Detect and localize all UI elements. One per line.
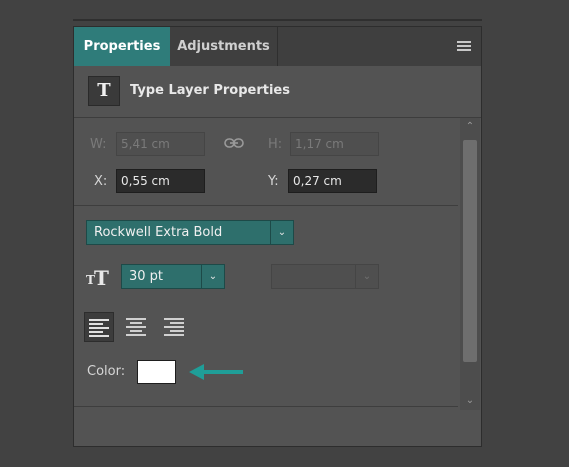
align-left-button[interactable] <box>84 312 114 342</box>
link-icon[interactable] <box>224 136 244 150</box>
font-family-dropdown[interactable]: Rockwell Extra Bold ⌄ <box>86 220 294 245</box>
x-label: X: <box>94 174 108 189</box>
scrollbar[interactable]: ⌃ ⌄ <box>460 118 480 410</box>
font-family-value: Rockwell Extra Bold <box>94 225 223 240</box>
tab-properties[interactable]: Properties <box>74 27 170 66</box>
color-swatch[interactable] <box>137 360 176 384</box>
type-layer-icon: T <box>88 76 120 106</box>
font-size-icon: TT <box>86 266 109 290</box>
font-size-value: 30 pt <box>129 269 164 284</box>
tab-adjustments[interactable]: Adjustments <box>170 27 278 66</box>
panel-title: Type Layer Properties <box>130 83 290 98</box>
top-divider <box>73 19 482 21</box>
scroll-up-icon[interactable]: ⌃ <box>464 121 476 133</box>
width-label: W: <box>90 137 107 152</box>
properties-panel: Properties Adjustments T Type Layer Prop… <box>73 26 482 447</box>
panel-menu-icon[interactable] <box>457 41 471 52</box>
align-right-button[interactable] <box>160 312 190 342</box>
scroll-down-icon[interactable]: ⌄ <box>464 395 476 407</box>
align-center-icon <box>126 318 146 336</box>
bottom-divider <box>74 406 458 407</box>
tab-bar: Properties Adjustments <box>74 27 481 66</box>
panel-header: T Type Layer Properties <box>74 66 481 118</box>
chevron-down-icon: ⌄ <box>355 265 378 288</box>
font-size-dropdown[interactable]: 30 pt ⌄ <box>121 264 225 289</box>
align-center-button[interactable] <box>122 312 152 342</box>
chevron-down-icon: ⌄ <box>270 221 293 244</box>
font-style-dropdown[interactable]: ⌄ <box>271 264 379 289</box>
width-field[interactable] <box>116 132 205 156</box>
chevron-down-icon: ⌄ <box>201 265 224 288</box>
scroll-thumb[interactable] <box>463 140 477 362</box>
y-label: Y: <box>268 174 279 189</box>
align-left-icon <box>89 319 109 337</box>
section-divider <box>74 205 458 206</box>
x-field[interactable] <box>116 169 205 193</box>
align-right-icon <box>164 318 184 336</box>
properties-content: W: H: X: Y: Rockwell Extra Bold ⌄ TT 30 … <box>74 118 458 418</box>
y-field[interactable] <box>288 169 377 193</box>
color-label: Color: <box>87 364 126 379</box>
height-field[interactable] <box>290 132 379 156</box>
arrow-pointer-icon <box>189 364 243 380</box>
height-label: H: <box>268 137 283 152</box>
